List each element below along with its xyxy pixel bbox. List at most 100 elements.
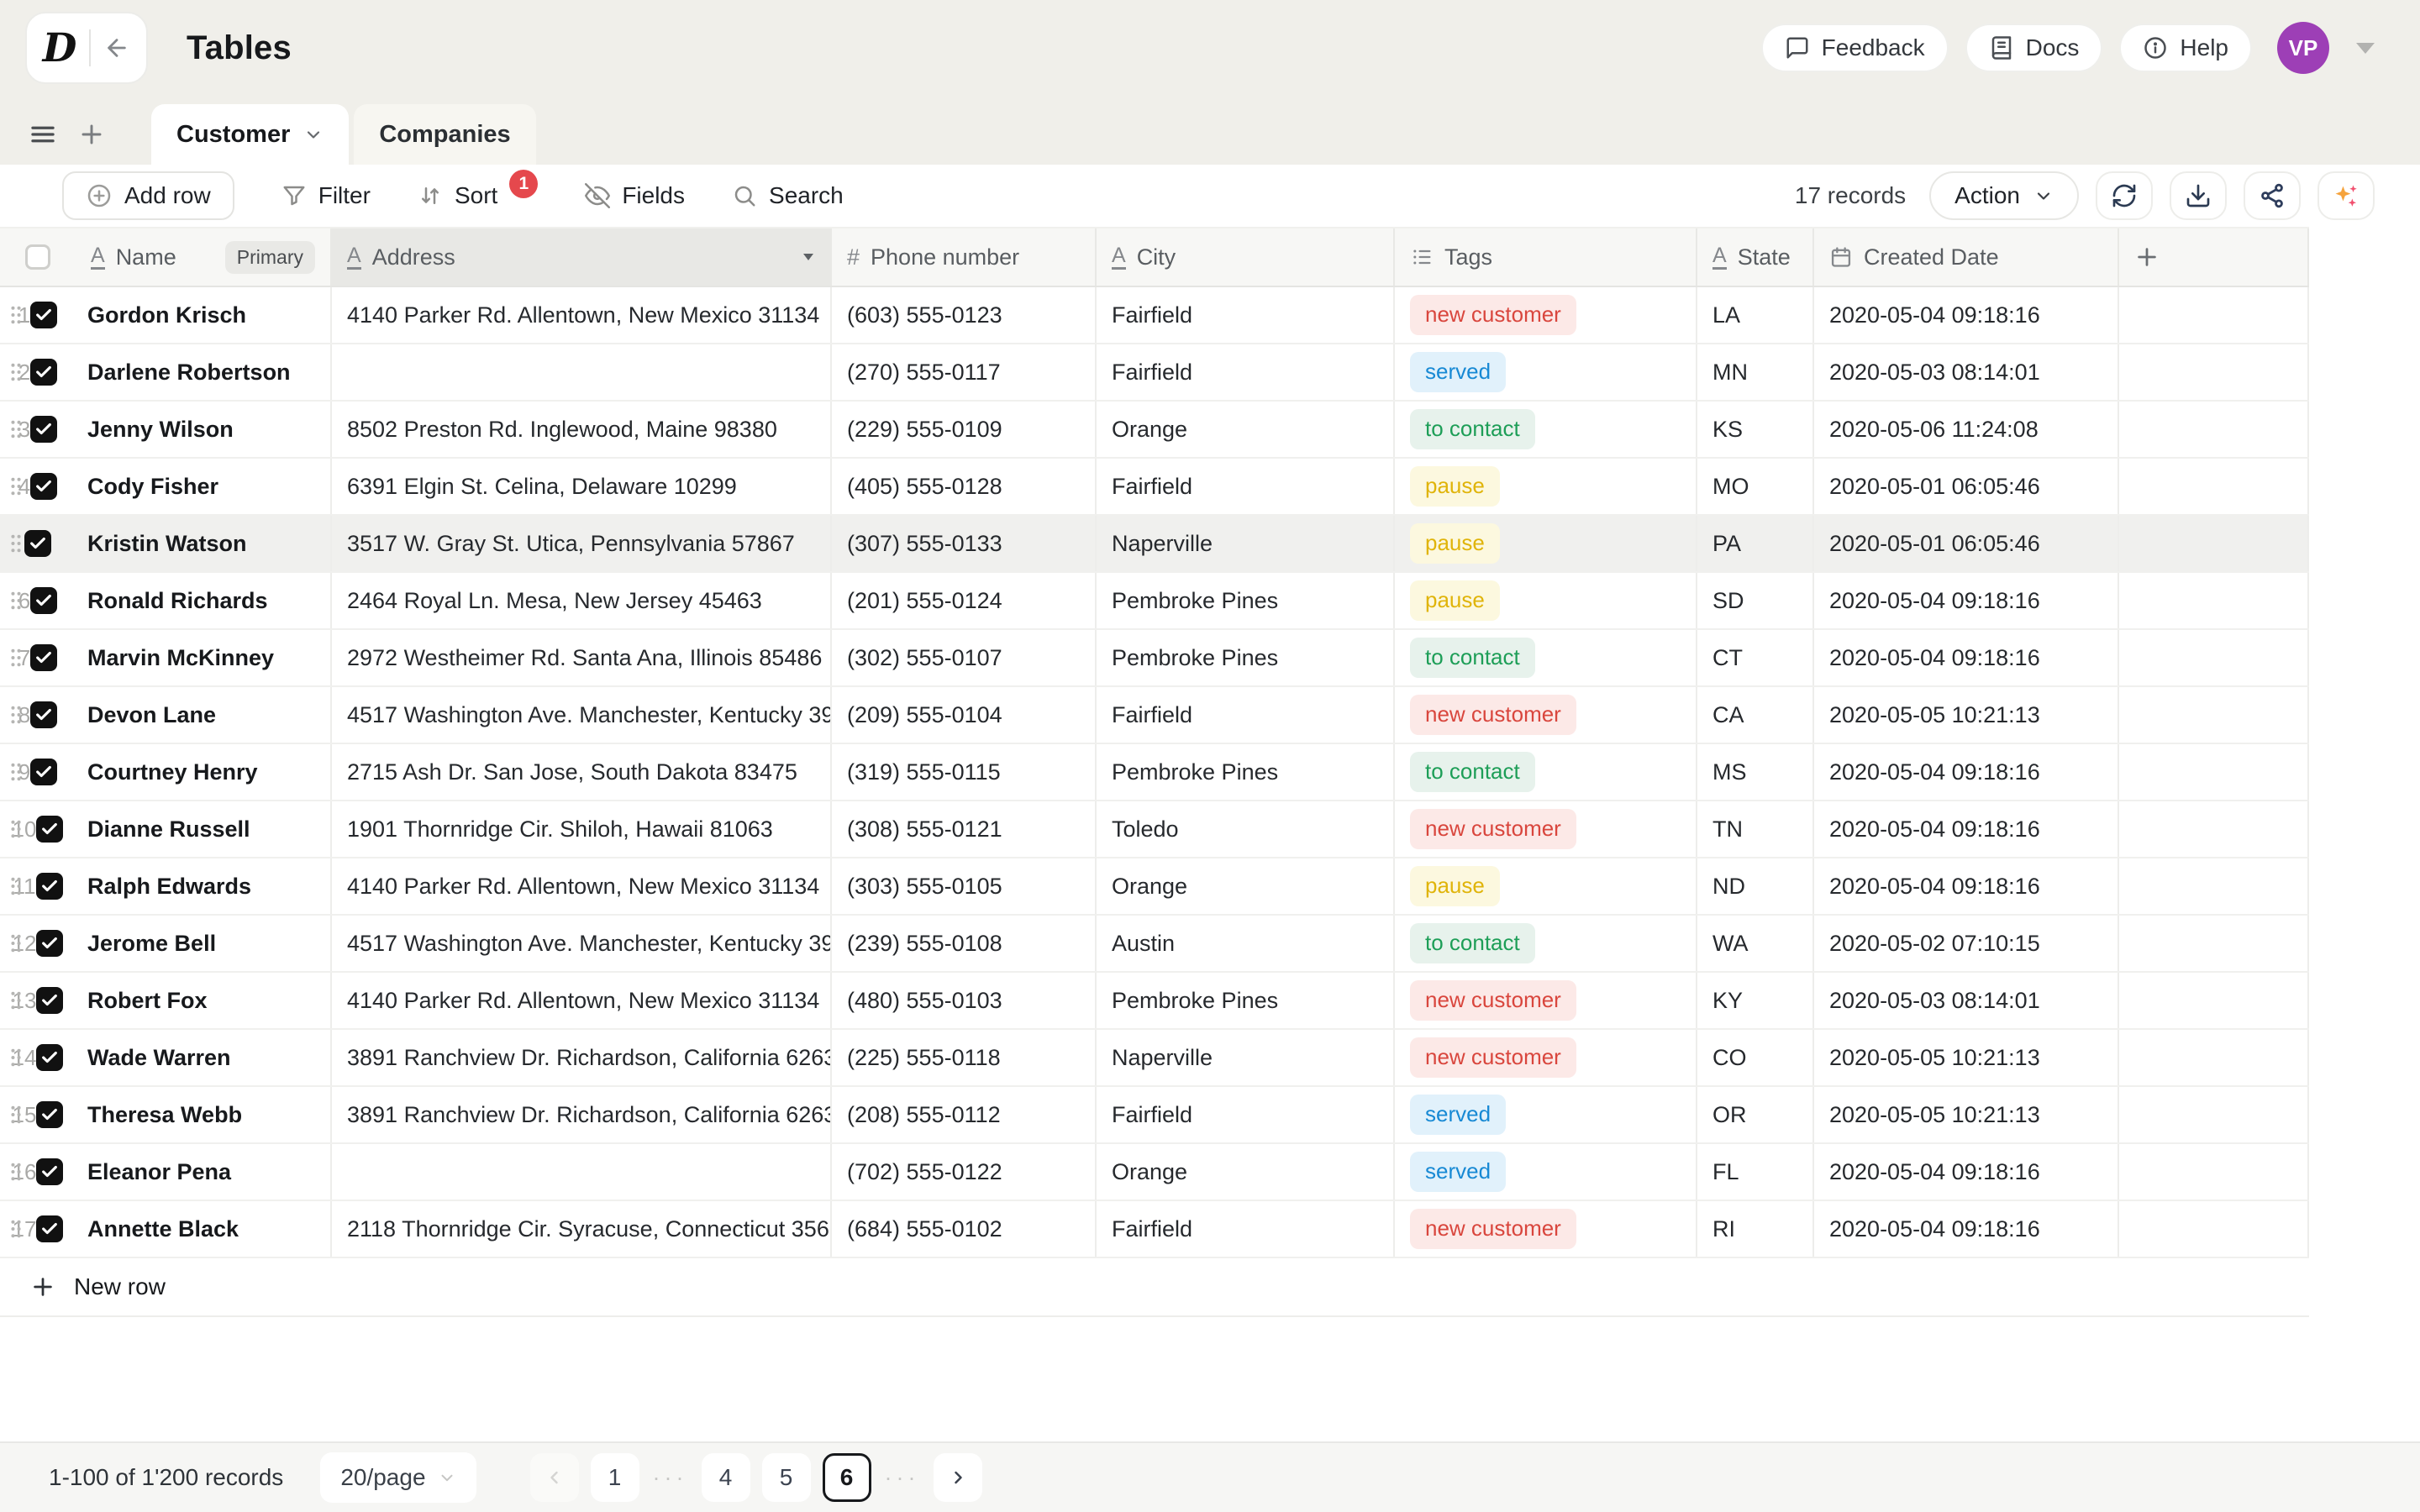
cell-extra[interactable] (2119, 916, 2309, 971)
cell-state[interactable]: PA (1697, 516, 1814, 571)
account-chevron-down-icon[interactable] (2356, 43, 2375, 54)
drag-handle-icon[interactable] (8, 1161, 24, 1183)
cell-city[interactable]: Fairfield (1097, 344, 1395, 400)
column-header-created-date[interactable]: Created Date (1814, 228, 2119, 286)
cell-address[interactable]: 4140 Parker Rd. Allentown, New Mexico 31… (332, 287, 832, 343)
row-selected-controls[interactable] (30, 644, 57, 671)
cell-name[interactable]: Kristin Watson (76, 516, 332, 571)
drag-handle-icon[interactable] (8, 875, 24, 897)
cell-tags[interactable]: new customer (1395, 687, 1697, 743)
cell-name[interactable]: Cody Fisher (76, 459, 332, 514)
cell-address[interactable]: 2118 Thornridge Cir. Syracuse, Connectic… (332, 1201, 832, 1257)
row-checkbox-checked[interactable] (36, 1158, 63, 1185)
cell-city[interactable]: Pembroke Pines (1097, 744, 1395, 800)
drag-handle-icon[interactable] (8, 647, 24, 669)
row-number-cell[interactable]: 12 (0, 916, 76, 971)
cell-phone[interactable]: (307) 555-0133 (832, 516, 1097, 571)
cell-tags[interactable]: to contact (1395, 744, 1697, 800)
page-button-5[interactable]: 5 (762, 1453, 811, 1502)
cell-state[interactable]: MN (1697, 344, 1814, 400)
row-checkbox-checked[interactable] (30, 644, 57, 671)
row-number-cell[interactable]: 1 (0, 287, 76, 343)
row-selected-controls[interactable] (36, 987, 63, 1014)
cell-name[interactable]: Wade Warren (76, 1030, 332, 1085)
tab-companies[interactable]: Companies (354, 104, 535, 165)
drag-handle-icon[interactable] (8, 590, 24, 612)
cell-extra[interactable] (2119, 287, 2309, 343)
cell-city[interactable]: Austin (1097, 916, 1395, 971)
cell-name[interactable]: Robert Fox (76, 973, 332, 1028)
cell-city[interactable]: Fairfield (1097, 687, 1395, 743)
cell-created-date[interactable]: 2020-05-04 09:18:16 (1814, 573, 2119, 628)
row-number-cell[interactable]: 11 (0, 858, 76, 914)
row-selected-controls[interactable] (30, 473, 57, 500)
drag-handle-icon[interactable] (8, 361, 24, 383)
cell-extra[interactable] (2119, 1087, 2309, 1142)
cell-city[interactable]: Naperville (1097, 516, 1395, 571)
row-checkbox-checked[interactable] (30, 759, 57, 785)
cell-extra[interactable] (2119, 744, 2309, 800)
cell-phone[interactable]: (405) 555-0128 (832, 459, 1097, 514)
cell-phone[interactable]: (319) 555-0115 (832, 744, 1097, 800)
cell-phone[interactable]: (225) 555-0118 (832, 1030, 1097, 1085)
row-checkbox-checked[interactable] (30, 359, 57, 386)
feedback-button[interactable]: Feedback (1761, 24, 1949, 72)
drag-handle-icon[interactable] (8, 761, 24, 783)
table-row[interactable]: 8 Devon Lane 4517 Washington Ave. Manche… (0, 687, 2309, 744)
cell-created-date[interactable]: 2020-05-03 08:14:01 (1814, 973, 2119, 1028)
table-row[interactable]: 12 Jerome Bell 4517 Washington Ave. Manc… (0, 916, 2309, 973)
cell-tags[interactable]: served (1395, 1087, 1697, 1142)
cell-tags[interactable]: to contact (1395, 402, 1697, 457)
cell-state[interactable]: LA (1697, 287, 1814, 343)
row-selected-controls[interactable] (24, 530, 51, 557)
cell-extra[interactable] (2119, 1030, 2309, 1085)
row-checkbox-checked[interactable] (30, 701, 57, 728)
cell-state[interactable]: RI (1697, 1201, 1814, 1257)
cell-tags[interactable]: served (1395, 1144, 1697, 1200)
drag-handle-icon[interactable] (8, 304, 24, 326)
cell-phone[interactable]: (208) 555-0112 (832, 1087, 1097, 1142)
select-all-cell[interactable] (0, 228, 76, 286)
row-number-cell[interactable]: 14 (0, 1030, 76, 1085)
cell-tags[interactable]: new customer (1395, 801, 1697, 857)
tab-customer[interactable]: Customer (151, 104, 349, 165)
row-number-cell[interactable]: 2 (0, 344, 76, 400)
help-button[interactable]: Help (2119, 24, 2252, 72)
row-checkbox-checked[interactable] (36, 930, 63, 957)
cell-name[interactable]: Theresa Webb (76, 1087, 332, 1142)
cell-name[interactable]: Devon Lane (76, 687, 332, 743)
cell-created-date[interactable]: 2020-05-05 10:21:13 (1814, 1030, 2119, 1085)
cell-city[interactable]: Fairfield (1097, 287, 1395, 343)
cell-city[interactable]: Orange (1097, 1144, 1395, 1200)
cell-address[interactable]: 6391 Elgin St. Celina, Delaware 10299 (332, 459, 832, 514)
cell-address[interactable]: 8502 Preston Rd. Inglewood, Maine 98380 (332, 402, 832, 457)
cell-state[interactable]: CT (1697, 630, 1814, 685)
row-selected-controls[interactable] (36, 1101, 63, 1128)
table-row[interactable]: 2 Darlene Robertson (270) 555-0117 Fairf… (0, 344, 2309, 402)
cell-name[interactable]: Gordon Krisch (76, 287, 332, 343)
cell-name[interactable]: Ralph Edwards (76, 858, 332, 914)
table-row[interactable]: 10 Dianne Russell 1901 Thornridge Cir. S… (0, 801, 2309, 858)
cell-name[interactable]: Annette Black (76, 1201, 332, 1257)
column-header-city[interactable]: A City (1097, 228, 1395, 286)
row-selected-controls[interactable] (30, 701, 57, 728)
cell-address[interactable]: 3517 W. Gray St. Utica, Pennsylvania 578… (332, 516, 832, 571)
cell-phone[interactable]: (702) 555-0122 (832, 1144, 1097, 1200)
cell-city[interactable]: Fairfield (1097, 1087, 1395, 1142)
cell-address[interactable]: 4140 Parker Rd. Allentown, New Mexico 31… (332, 973, 832, 1028)
row-selected-controls[interactable] (30, 759, 57, 785)
cell-phone[interactable]: (303) 555-0105 (832, 858, 1097, 914)
page-button-1[interactable]: 1 (591, 1453, 639, 1502)
cell-state[interactable]: ND (1697, 858, 1814, 914)
cell-created-date[interactable]: 2020-05-04 09:18:16 (1814, 1201, 2119, 1257)
cell-extra[interactable] (2119, 1144, 2309, 1200)
cell-phone[interactable]: (229) 555-0109 (832, 402, 1097, 457)
cell-address[interactable]: 2464 Royal Ln. Mesa, New Jersey 45463 (332, 573, 832, 628)
cell-tags[interactable]: to contact (1395, 916, 1697, 971)
cell-created-date[interactable]: 2020-05-05 10:21:13 (1814, 1087, 2119, 1142)
cell-name[interactable]: Eleanor Pena (76, 1144, 332, 1200)
column-menu-caret-icon[interactable] (802, 252, 815, 262)
cell-created-date[interactable]: 2020-05-04 09:18:16 (1814, 630, 2119, 685)
drag-handle-icon[interactable] (8, 475, 24, 497)
row-selected-controls[interactable] (36, 873, 63, 900)
